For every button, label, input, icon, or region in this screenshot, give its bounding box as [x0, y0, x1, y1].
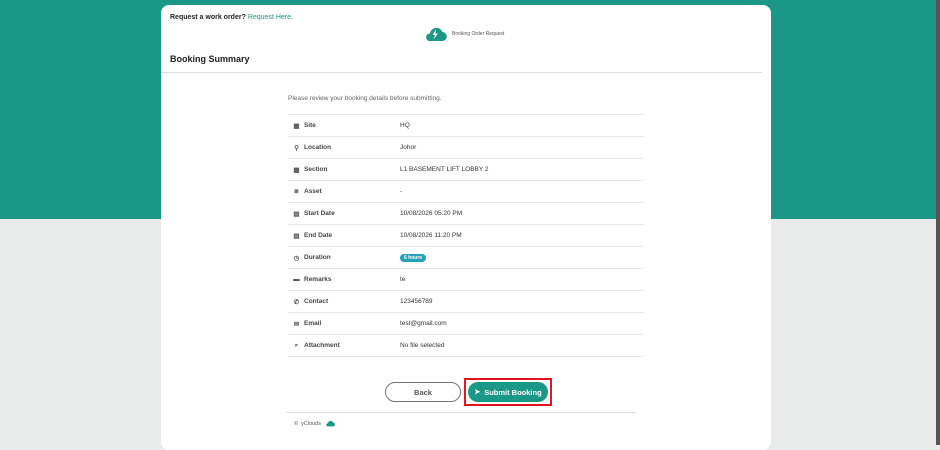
- row-location: ⚲ Location Johor: [288, 137, 644, 159]
- back-button[interactable]: Back: [385, 382, 461, 402]
- footer: © yClouds: [294, 420, 335, 427]
- row-site: ▦ Site HQ: [288, 115, 644, 137]
- row-attachment: ⌕ Attachment No file selected: [288, 335, 644, 357]
- map-pin-icon: ⚲: [294, 144, 299, 152]
- submit-label: Submit Booking: [484, 387, 542, 397]
- submit-booking-button[interactable]: ➤ Submit Booking: [468, 382, 548, 402]
- booking-card: Request a work order? Request Here. Book…: [161, 5, 771, 450]
- footer-divider: [286, 412, 636, 413]
- phone-icon: ✆: [293, 298, 300, 306]
- envelope-icon: ✉: [293, 320, 300, 328]
- row-label: Start Date: [304, 210, 335, 217]
- page-scrollbar[interactable]: [936, 0, 940, 445]
- calendar-icon: ▤: [293, 232, 300, 240]
- form-actions: Back ➤ Submit Booking: [385, 378, 552, 406]
- row-value: 123456789: [400, 298, 433, 305]
- clock-icon: ◷: [293, 254, 300, 262]
- request-here-link[interactable]: Request Here.: [248, 14, 293, 21]
- footer-brand: yClouds: [301, 420, 321, 427]
- paper-plane-icon: ➤: [474, 389, 481, 396]
- building-icon: ▦: [293, 122, 300, 130]
- brand-label: Booking Order Request: [452, 31, 505, 37]
- row-value: L1 BASEMENT LIFT LOBBY 2: [400, 166, 489, 173]
- grid-icon: ▩: [293, 166, 300, 174]
- row-remarks: ▬ Remarks te: [288, 269, 644, 291]
- row-contact: ✆ Contact 123456789: [288, 291, 644, 313]
- row-section: ▩ Section L1 BASEMENT LIFT LOBBY 2: [288, 159, 644, 181]
- row-label: Duration: [304, 254, 331, 261]
- title-divider: [161, 72, 762, 73]
- row-start-date: ▤ Start Date 10/08/2026 05:20 PM: [288, 203, 644, 225]
- review-note: Please review your booking details befor…: [288, 95, 442, 102]
- request-prompt: Request a work order?: [170, 14, 246, 21]
- row-label: End Date: [304, 232, 333, 239]
- row-duration: ◷ Duration 6 hours: [288, 247, 644, 269]
- note-icon: ▬: [293, 276, 300, 283]
- duration-badge: 6 hours: [400, 253, 427, 262]
- row-email: ✉ Email test@gmail.com: [288, 313, 644, 335]
- page-title: Booking Summary: [170, 54, 250, 64]
- row-value: -: [400, 188, 403, 195]
- row-value: No file selected: [400, 342, 445, 349]
- row-label: Section: [304, 166, 328, 173]
- row-asset: ⧈ Asset -: [288, 181, 644, 203]
- row-end-date: ▤ End Date 10/08/2026 11:20 PM: [288, 225, 644, 247]
- summary-table: ▦ Site HQ ⚲ Location Johor ▩ Section L1 BAS…: [288, 114, 644, 357]
- row-value: te: [400, 276, 406, 283]
- row-value: test@gmail.com: [400, 320, 447, 327]
- copyright-symbol: ©: [294, 420, 299, 427]
- cloud-logo-icon: [426, 27, 447, 42]
- row-label: Attachment: [304, 342, 340, 349]
- row-label: Site: [304, 122, 316, 129]
- row-label: Location: [304, 144, 332, 151]
- paperclip-icon: ⌕: [294, 341, 299, 349]
- row-label: Asset: [304, 188, 322, 195]
- request-work-order: Request a work order? Request Here.: [170, 14, 293, 21]
- row-label: Remarks: [304, 276, 332, 283]
- row-label: Email: [304, 320, 322, 327]
- calendar-icon: ▤: [293, 210, 300, 218]
- row-value: 10/08/2026 11:20 PM: [400, 232, 462, 239]
- cubes-icon: ⧈: [294, 187, 299, 195]
- row-value: HQ: [400, 122, 410, 129]
- brand: Booking Order Request: [423, 26, 504, 42]
- submit-highlight-box: ➤ Submit Booking: [464, 378, 552, 406]
- cloud-logo-icon: [326, 420, 335, 427]
- row-value: Johor: [400, 144, 417, 151]
- row-label: Contact: [304, 298, 329, 305]
- row-value: 10/08/2026 05:20 PM: [400, 210, 463, 217]
